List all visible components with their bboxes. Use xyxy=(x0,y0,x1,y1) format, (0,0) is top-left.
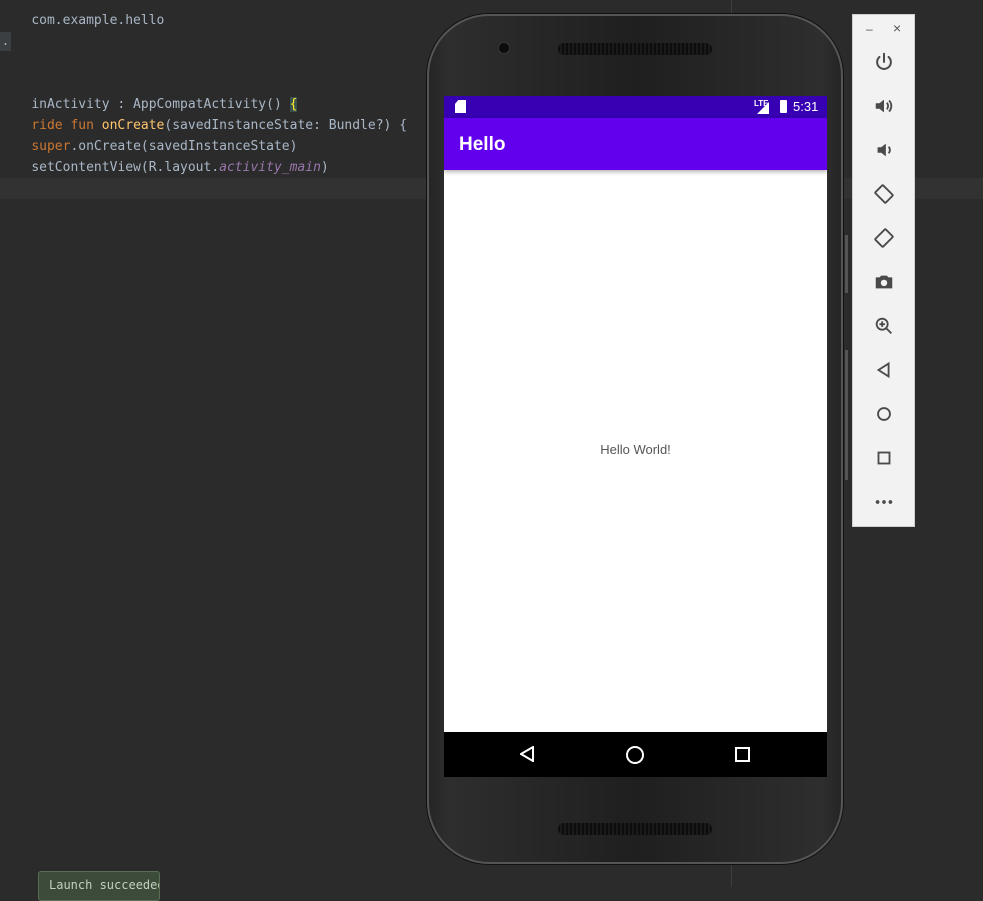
overview-icon xyxy=(877,451,891,465)
app-title: Hello xyxy=(459,134,506,155)
code-line-setcontentview[interactable]: setContentView(R.layout.activity_main) xyxy=(0,136,328,175)
camera-icon xyxy=(875,275,893,289)
code-line-super[interactable]: super.onCreate(savedInstanceState) xyxy=(0,115,297,154)
code-line-oncreate[interactable]: ride fun onCreate(savedInstanceState: Bu… xyxy=(0,94,407,133)
code-token-resource: activity_main xyxy=(219,160,321,175)
volume-down-icon xyxy=(877,143,891,157)
overview-button[interactable] xyxy=(871,445,897,471)
home-button[interactable] xyxy=(871,401,897,427)
device-side-button xyxy=(845,235,848,293)
home-icon xyxy=(877,407,891,421)
power-icon xyxy=(876,52,892,70)
volume-down-button[interactable] xyxy=(871,137,897,163)
nav-recents-icon[interactable] xyxy=(735,747,750,762)
back-button[interactable] xyxy=(871,357,897,383)
code-token: ) xyxy=(320,160,329,175)
zoom-icon xyxy=(875,317,892,334)
emulator-device-frame: LTE 5:31 Hello Hello World! xyxy=(427,14,843,864)
code-line-package[interactable]: com.example.hello xyxy=(0,0,164,28)
minimize-button[interactable]: – xyxy=(866,22,873,36)
rotate-left-button[interactable] xyxy=(871,181,897,207)
signal-icon xyxy=(757,102,769,114)
more-button[interactable] xyxy=(871,489,897,515)
more-icon xyxy=(875,500,893,504)
launch-status-toast[interactable]: Launch succeeded xyxy=(38,871,160,901)
front-camera xyxy=(499,43,509,53)
battery-charging-icon xyxy=(780,100,787,113)
status-bar: LTE 5:31 xyxy=(444,96,827,118)
code-token: setContentView(R.layout. xyxy=(31,160,220,175)
status-time: 5:31 xyxy=(793,99,819,114)
device-side-button xyxy=(845,350,848,480)
top-speaker-grille xyxy=(558,43,712,55)
sd-card-icon xyxy=(455,100,466,113)
code-line-class[interactable]: inActivity : AppCompatActivity() { xyxy=(0,73,298,112)
power-button[interactable] xyxy=(871,49,897,75)
rotate-left-icon xyxy=(874,184,894,204)
rotate-right-button[interactable] xyxy=(871,225,897,251)
screenshot-button[interactable] xyxy=(871,269,897,295)
bottom-speaker-grille xyxy=(558,823,712,835)
nav-back-icon[interactable] xyxy=(520,746,534,762)
zoom-button[interactable] xyxy=(871,313,897,339)
app-toolbar: Hello xyxy=(444,118,827,170)
device-screen[interactable]: LTE 5:31 Hello Hello World! xyxy=(444,96,827,777)
navigation-bar xyxy=(444,732,827,777)
rotate-right-icon xyxy=(874,228,894,248)
nav-home-icon[interactable] xyxy=(626,746,644,764)
code-token: com.example.hello xyxy=(31,13,165,28)
folded-imports-marker[interactable]: . xyxy=(0,32,11,51)
back-icon xyxy=(876,361,890,379)
hello-text: Hello World! xyxy=(600,442,671,457)
volume-up-button[interactable] xyxy=(871,93,897,119)
close-button[interactable]: × xyxy=(893,20,901,36)
volume-up-icon xyxy=(875,99,893,113)
emulator-toolbar: – × xyxy=(852,14,915,527)
